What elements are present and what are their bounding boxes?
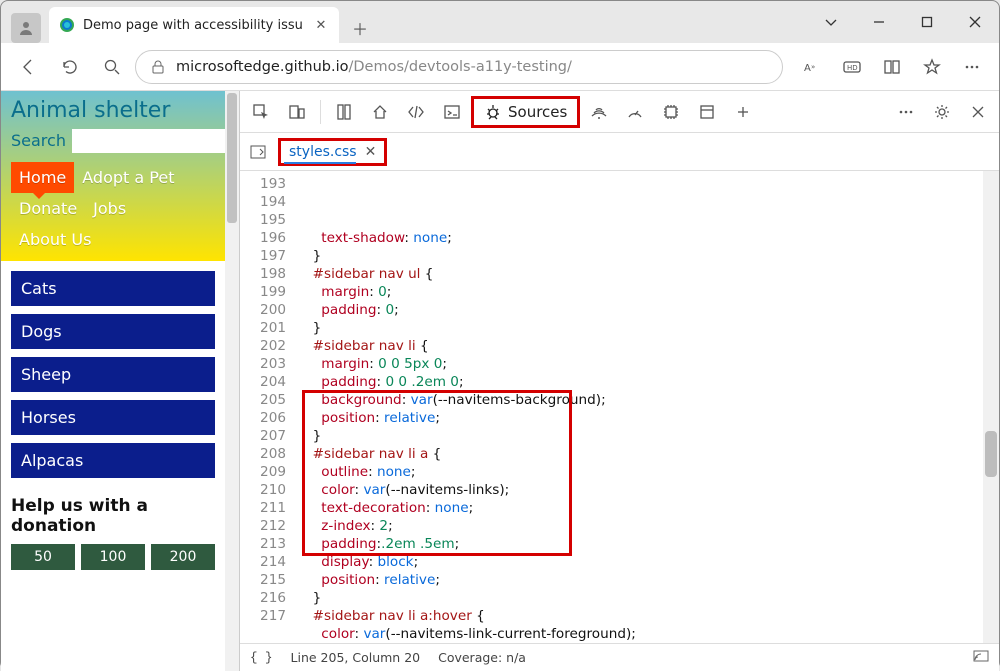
donation-amount[interactable]: 100 [81, 544, 145, 570]
hd-icon[interactable]: HD [833, 48, 871, 86]
window-titlebar: Demo page with accessibility issu ✕ ＋ [1, 1, 999, 43]
nav-home[interactable]: Home [11, 162, 74, 193]
device-icon[interactable] [280, 95, 314, 129]
more-tabs-icon[interactable] [726, 95, 760, 129]
elements-icon[interactable] [399, 95, 433, 129]
editor-scrollbar[interactable] [983, 171, 999, 643]
more-icon[interactable] [953, 48, 991, 86]
close-file-icon[interactable]: ✕ [365, 144, 377, 160]
search-input[interactable] [72, 129, 239, 153]
devtools-toolbar: Sources [240, 91, 999, 133]
devtools-statusbar: { } Line 205, Column 20 Coverage: n/a [240, 643, 999, 671]
nav-about[interactable]: About Us [11, 224, 99, 255]
nav-jobs[interactable]: Jobs [85, 193, 134, 224]
nav-adopt[interactable]: Adopt a Pet [74, 162, 182, 193]
status-screencast-icon[interactable] [973, 650, 989, 665]
status-line-col: Line 205, Column 20 [291, 650, 421, 665]
site-title: Animal shelter [11, 98, 215, 123]
window-controls [807, 1, 999, 43]
tab-title: Demo page with accessibility issu [83, 18, 305, 33]
browser-tab[interactable]: Demo page with accessibility issu ✕ [49, 7, 339, 43]
donation-amounts: 50100200 [11, 544, 215, 570]
address-field[interactable]: microsoftedge.github.io/Demos/devtools-a… [135, 50, 783, 84]
status-coverage: Coverage: n/a [438, 650, 526, 665]
close-window-button[interactable] [951, 1, 999, 43]
code-editor[interactable]: 1931941951961971981992002012022032042052… [240, 171, 999, 643]
reader-icon[interactable] [873, 48, 911, 86]
main-nav: Home Adopt a Pet Donate Jobs About Us [11, 162, 215, 261]
sidenav-item[interactable]: Sheep [11, 357, 215, 392]
devtools-close-icon[interactable] [961, 95, 995, 129]
console-icon[interactable] [435, 95, 469, 129]
lock-icon [150, 59, 166, 75]
read-aloud-icon[interactable]: A» [793, 48, 831, 86]
profile-button[interactable] [11, 13, 41, 43]
svg-text:HD: HD [847, 64, 858, 72]
file-tab-styles[interactable]: styles.css ✕ [278, 138, 387, 166]
donation-heading: Help us with a donation [11, 496, 215, 536]
sidenav-item[interactable]: Cats [11, 271, 215, 306]
favorite-icon[interactable] [913, 48, 951, 86]
file-tab-label: styles.css [289, 144, 357, 160]
devtools: Sources styles.css ✕ 1931941951961971981… [239, 91, 999, 671]
donation-amount[interactable]: 50 [11, 544, 75, 570]
svg-text:»: » [811, 63, 815, 71]
welcome-icon[interactable] [327, 95, 361, 129]
bug-icon [484, 103, 502, 121]
search-label: Search [11, 131, 66, 150]
network-icon[interactable] [582, 95, 616, 129]
sidenav-item[interactable]: Horses [11, 400, 215, 435]
tab-sources-label: Sources [508, 103, 567, 121]
devtools-settings-icon[interactable] [925, 95, 959, 129]
sidenav-item[interactable]: Dogs [11, 314, 215, 349]
code-content[interactable]: text-shadow: none; } #sidebar nav ul { m… [296, 171, 999, 643]
memory-icon[interactable] [654, 95, 688, 129]
home-icon[interactable] [363, 95, 397, 129]
toggle-navigator-icon[interactable] [244, 138, 272, 166]
inspect-icon[interactable] [244, 95, 278, 129]
application-icon[interactable] [690, 95, 724, 129]
svg-text:A: A [804, 63, 811, 74]
search-button[interactable] [93, 48, 131, 86]
performance-icon[interactable] [618, 95, 652, 129]
tab-sources[interactable]: Sources [471, 96, 580, 128]
line-gutter: 1931941951961971981992002012022032042052… [240, 171, 296, 643]
chevron-down-icon[interactable] [807, 1, 855, 43]
back-button[interactable] [9, 48, 47, 86]
maximize-button[interactable] [903, 1, 951, 43]
close-tab-icon[interactable]: ✕ [313, 17, 329, 33]
address-bar: microsoftedge.github.io/Demos/devtools-a… [1, 43, 999, 91]
donation-amount[interactable]: 200 [151, 544, 215, 570]
rendered-page: Animal shelter Search go Home Adopt a Pe… [1, 91, 239, 671]
side-nav: Cats Dogs Sheep Horses Alpacas [11, 271, 215, 478]
braces-icon[interactable]: { } [250, 651, 273, 665]
file-tabs: styles.css ✕ [240, 133, 999, 171]
page-scrollbar[interactable] [225, 91, 239, 671]
devtools-more-icon[interactable] [889, 95, 923, 129]
sidenav-item[interactable]: Alpacas [11, 443, 215, 478]
edge-favicon-icon [59, 17, 75, 33]
new-tab-button[interactable]: ＋ [345, 13, 375, 43]
refresh-button[interactable] [51, 48, 89, 86]
url-text: microsoftedge.github.io/Demos/devtools-a… [176, 59, 572, 75]
nav-donate[interactable]: Donate [11, 193, 85, 224]
minimize-button[interactable] [855, 1, 903, 43]
